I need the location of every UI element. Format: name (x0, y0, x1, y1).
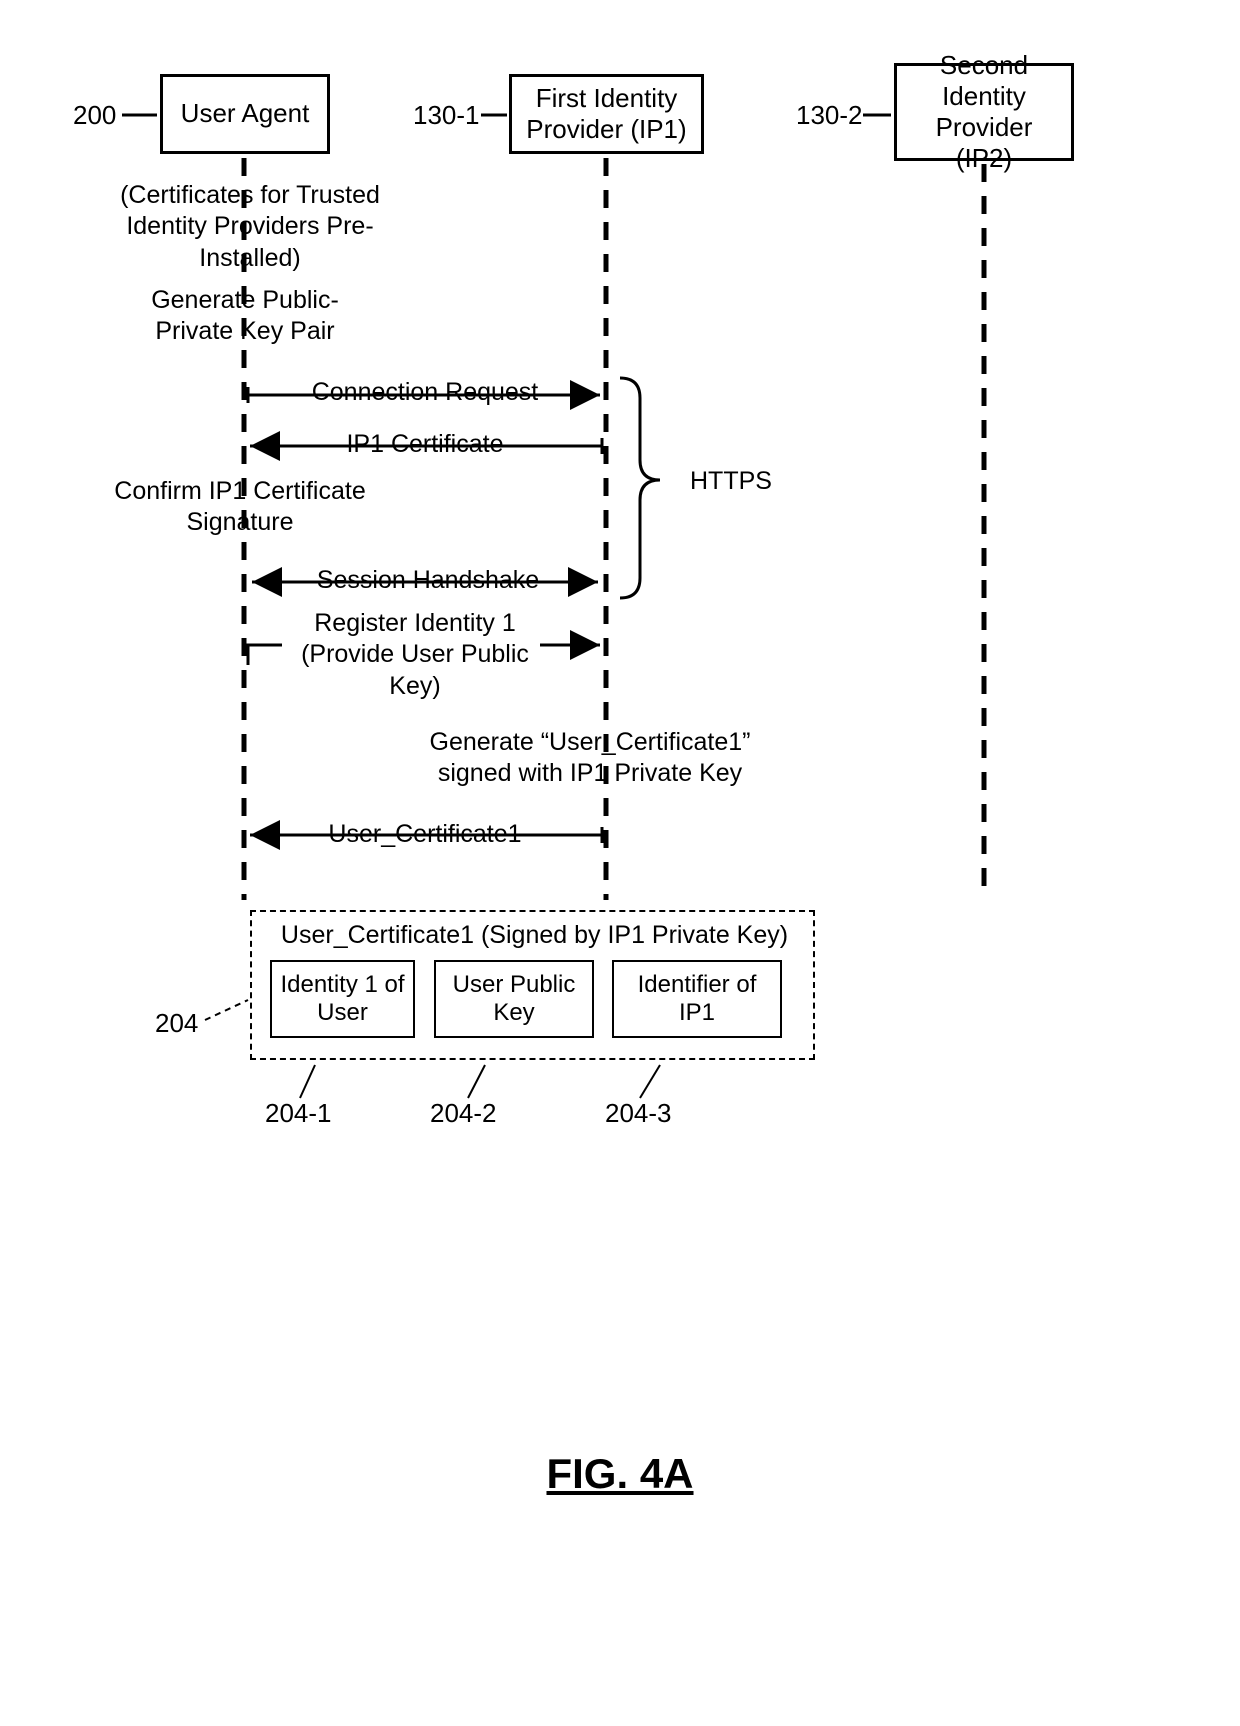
msg-user-certificate1: User_Certificate1 (300, 820, 550, 849)
msg-connection-request: Connection Request (280, 378, 570, 407)
note-gen-user-cert: Generate “User_Certificate1” signed with… (400, 727, 780, 790)
msg-session-handshake: Session Handshake (288, 566, 568, 595)
cert-field-issuer: Identifier of IP1 (612, 960, 782, 1038)
sequence-diagram: User Agent 200 First Identity Provider (… (0, 0, 1240, 1726)
note-pre-installed: (Certificates for Trusted Identity Provi… (95, 180, 405, 274)
msg-register-identity: Register Identity 1 (Provide User Public… (290, 608, 540, 702)
ref-204-1: 204-1 (265, 1098, 332, 1129)
cert-field-identity: Identity 1 of User (270, 960, 415, 1038)
msg-ip1-certificate: IP1 Certificate (310, 430, 540, 459)
figure-caption: FIG. 4A (546, 1450, 693, 1498)
cert-field-pubkey: User Public Key (434, 960, 594, 1038)
certificate-title: User_Certificate1 (Signed by IP1 Private… (272, 920, 797, 951)
ref-204: 204 (155, 1008, 198, 1039)
ref-204-2: 204-2 (430, 1098, 497, 1129)
note-gen-keypair: Generate Public-Private Key Pair (120, 285, 370, 348)
ref-204-3: 204-3 (605, 1098, 672, 1129)
https-label: HTTPS (690, 467, 772, 496)
note-confirm-cert: Confirm IP1 Certificate Signature (90, 476, 390, 539)
